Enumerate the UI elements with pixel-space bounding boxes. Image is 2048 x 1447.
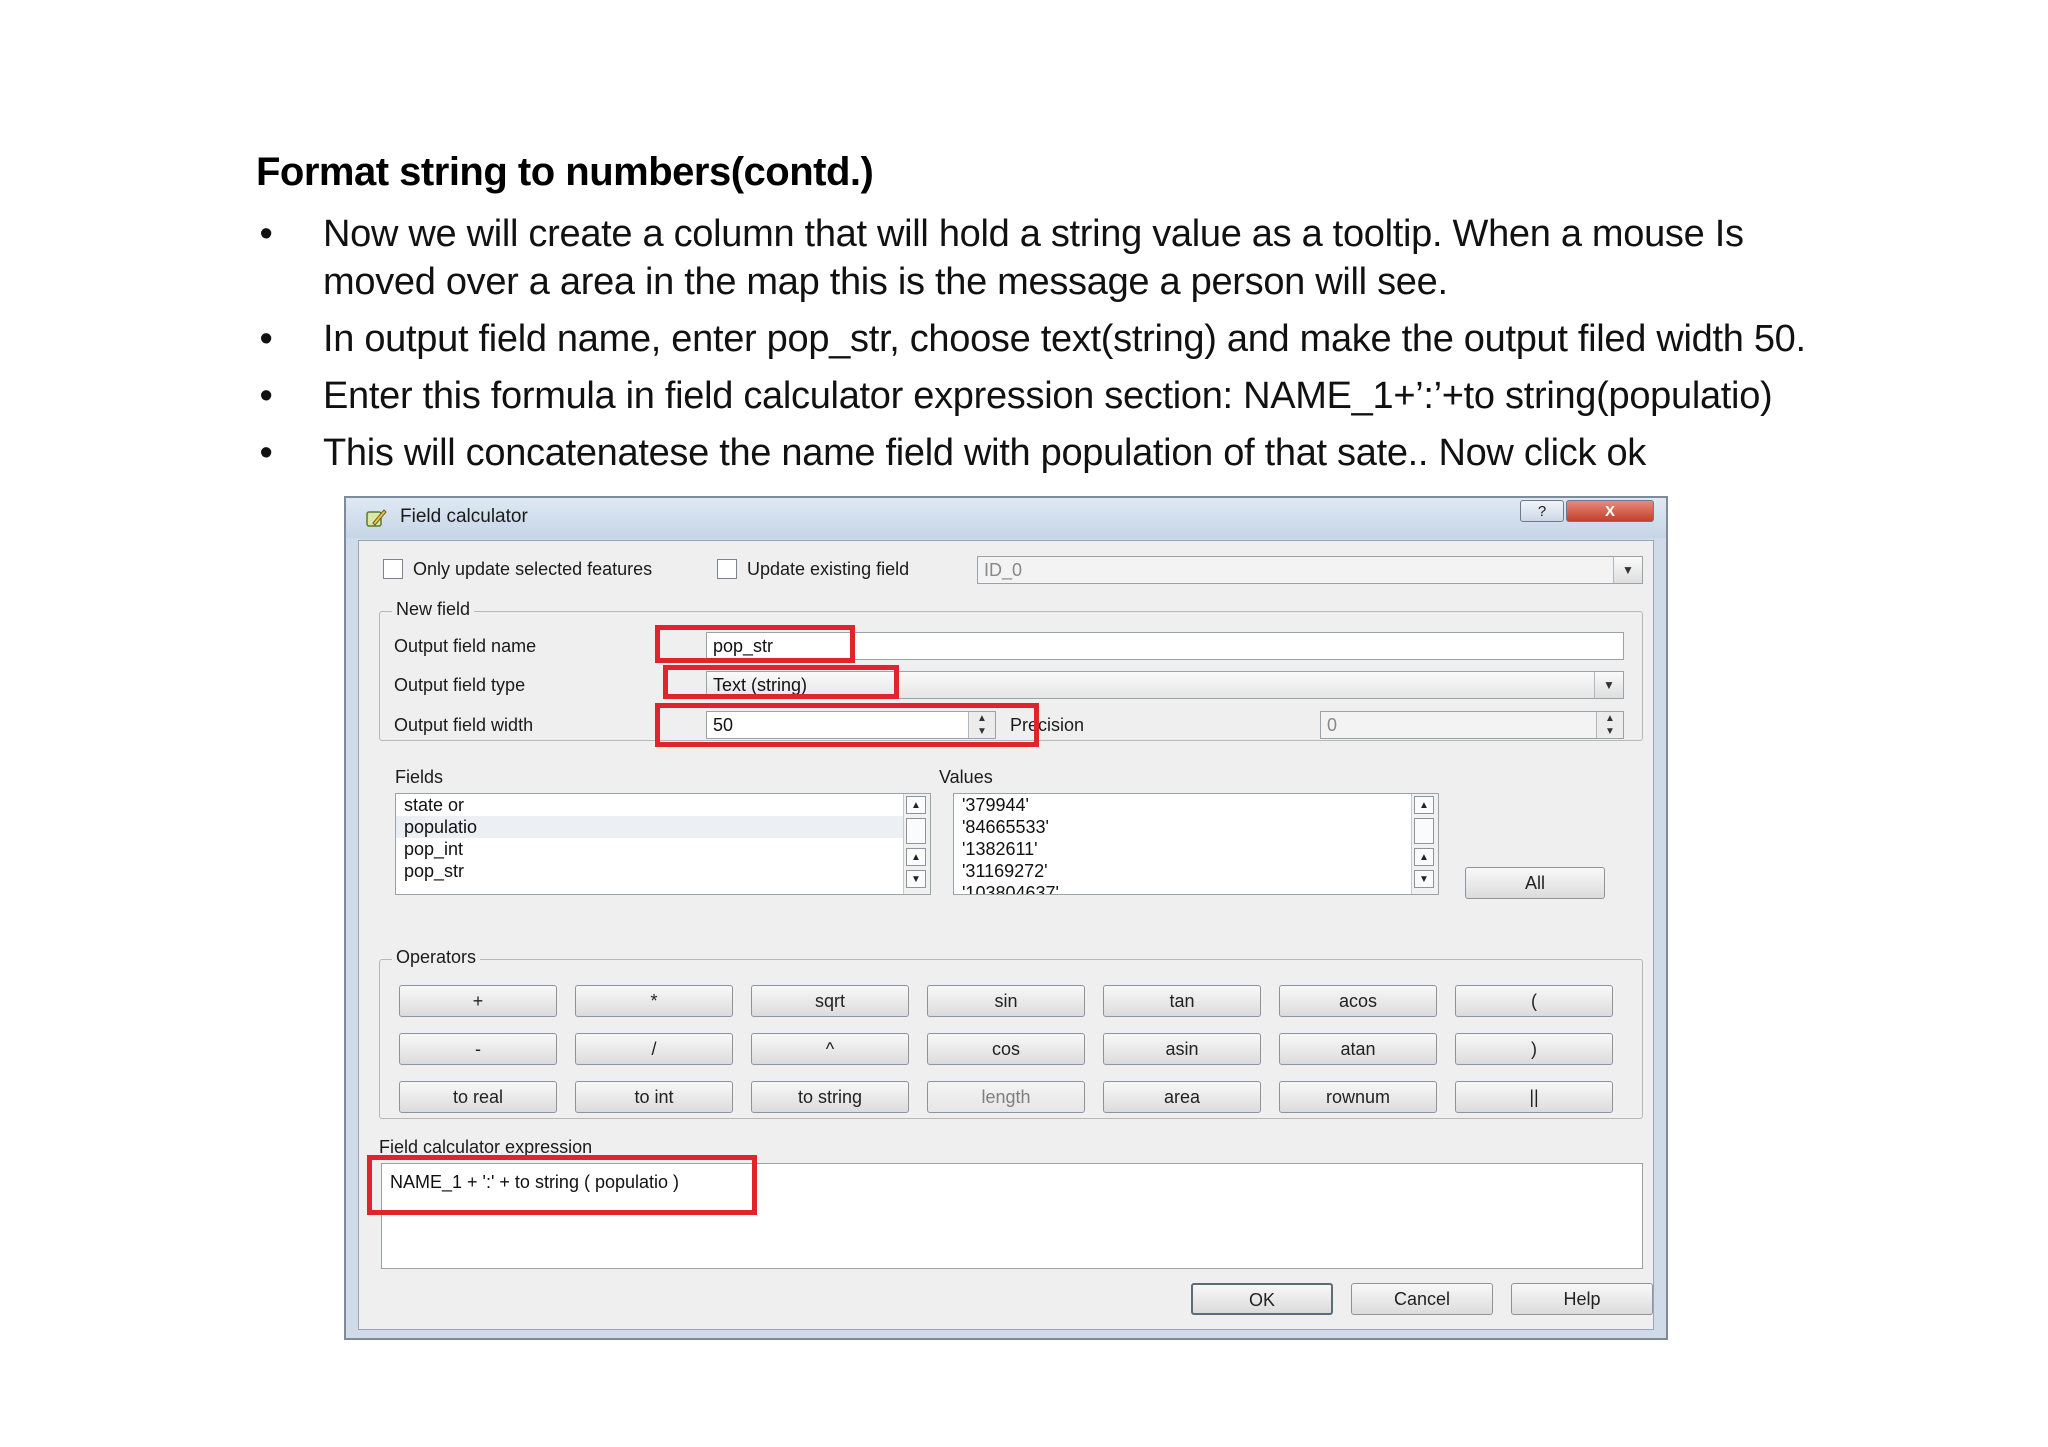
bullet-item: • Enter this formula in field calculator … <box>256 372 1816 420</box>
update-existing-label: Update existing field <box>747 559 910 579</box>
highlight-box <box>655 703 1039 747</box>
list-item[interactable]: pop_int <box>396 838 930 860</box>
fields-scrollbar[interactable]: ▲ ▲ ▼ <box>903 794 930 894</box>
operator-multiply-button[interactable]: * <box>575 985 733 1017</box>
bullet-item: • Now we will create a column that will h… <box>256 210 1816 306</box>
operator-to-real-button[interactable]: to real <box>399 1081 557 1113</box>
precision-spin-buttons[interactable]: ▲ ▼ <box>1596 712 1623 738</box>
all-values-button[interactable]: All <box>1465 867 1605 899</box>
scroll-down-icon[interactable]: ▼ <box>906 870 926 888</box>
help-button[interactable]: Help <box>1511 1283 1653 1315</box>
precision-value: 0 <box>1327 715 1338 735</box>
operator-atan-button[interactable]: atan <box>1279 1033 1437 1065</box>
precision-stepper[interactable]: 0 ▲ ▼ <box>1320 711 1624 739</box>
existing-field-value: ID_0 <box>984 560 1023 580</box>
scroll-down-icon[interactable]: ▼ <box>1414 870 1434 888</box>
slide-title: Format string to numbers(contd.) <box>256 150 874 194</box>
operator-sin-button[interactable]: sin <box>927 985 1085 1017</box>
only-selected-checkbox[interactable] <box>383 559 403 579</box>
scroll-up-icon[interactable]: ▲ <box>1414 796 1434 814</box>
operator-concat-button[interactable]: || <box>1455 1081 1613 1113</box>
existing-field-select[interactable]: ID_0 ▼ <box>977 556 1643 584</box>
list-item[interactable]: pop_str <box>396 860 930 882</box>
list-item[interactable]: '1382611' <box>954 838 1438 860</box>
operator-power-button[interactable]: ^ <box>751 1033 909 1065</box>
spin-down-icon[interactable]: ▼ <box>1597 725 1623 738</box>
close-button[interactable]: X <box>1566 500 1654 522</box>
ok-button[interactable]: OK <box>1191 1283 1333 1315</box>
bullet-dot: • <box>259 213 273 255</box>
help-titlebar-button[interactable]: ? <box>1520 500 1564 522</box>
values-list[interactable]: '379944' '84665533' '1382611' '31169272'… <box>953 793 1439 895</box>
list-item[interactable]: '379944' <box>954 794 1438 816</box>
operator-minus-button[interactable]: - <box>399 1033 557 1065</box>
operator-rownum-button[interactable]: rownum <box>1279 1081 1437 1113</box>
operator-asin-button[interactable]: asin <box>1103 1033 1261 1065</box>
list-item[interactable]: '31169272' <box>954 860 1438 882</box>
bullet-dot: • <box>259 375 273 417</box>
scroll-thumb[interactable] <box>1414 818 1434 844</box>
operator-divide-button[interactable]: / <box>575 1033 733 1065</box>
operator-to-int-button[interactable]: to int <box>575 1081 733 1113</box>
scroll-up-icon[interactable]: ▲ <box>906 796 926 814</box>
field-calculator-dialog: Field calculator ? X Only update selecte… <box>344 496 1668 1340</box>
new-field-group-title: New field <box>392 599 475 620</box>
operator-tan-button[interactable]: tan <box>1103 985 1261 1017</box>
fields-label: Fields <box>395 767 444 787</box>
operator-length-button[interactable]: length <box>927 1081 1085 1113</box>
highlight-box <box>367 1155 757 1215</box>
fields-list[interactable]: state or populatio pop_int pop_str ▲ ▲ ▼ <box>395 793 931 895</box>
output-field-type-label: Output field type <box>394 675 526 695</box>
list-item[interactable]: '103804637' <box>954 882 1438 894</box>
cancel-button[interactable]: Cancel <box>1351 1283 1493 1315</box>
dialog-body: Only update selected features Update exi… <box>358 540 1654 1330</box>
output-field-width-label: Output field width <box>394 715 534 735</box>
operator-open-paren-button[interactable]: ( <box>1455 985 1613 1017</box>
bullet-text: This will concatenatese the name field w… <box>323 432 1646 474</box>
bullet-text: In output field name, enter pop_str, cho… <box>323 318 1806 360</box>
operator-area-button[interactable]: area <box>1103 1081 1261 1113</box>
dialog-titlebar: Field calculator ? X <box>346 498 1666 538</box>
operator-acos-button[interactable]: acos <box>1279 985 1437 1017</box>
output-field-name-label: Output field name <box>394 636 537 656</box>
bullet-text: Enter this formula in field calculator e… <box>323 375 1773 417</box>
values-label: Values <box>939 767 993 787</box>
bullet-dot: • <box>259 432 273 474</box>
scroll-up-icon[interactable]: ▲ <box>1414 848 1434 866</box>
calculator-pencil-icon <box>366 509 387 527</box>
only-selected-label: Only update selected features <box>413 559 653 579</box>
update-existing-checkbox[interactable] <box>717 559 737 579</box>
list-item[interactable]: state or <box>396 794 930 816</box>
bullet-list: • Now we will create a column that will h… <box>256 210 1816 486</box>
spin-up-icon[interactable]: ▲ <box>1597 712 1623 725</box>
scroll-thumb[interactable] <box>906 818 926 844</box>
operator-sqrt-button[interactable]: sqrt <box>751 985 909 1017</box>
highlight-box <box>663 665 899 699</box>
operator-to-string-button[interactable]: to string <box>751 1081 909 1113</box>
scroll-up-icon[interactable]: ▲ <box>906 848 926 866</box>
operator-plus-button[interactable]: + <box>399 985 557 1017</box>
bullet-item: • This will concatenatese the name field … <box>256 429 1816 477</box>
operator-close-paren-button[interactable]: ) <box>1455 1033 1613 1065</box>
operators-group-title: Operators <box>392 947 481 968</box>
values-scrollbar[interactable]: ▲ ▲ ▼ <box>1411 794 1438 894</box>
chevron-down-icon[interactable]: ▼ <box>1594 672 1623 698</box>
bullet-text: Now we will create a column that will ho… <box>323 213 1744 303</box>
list-item[interactable]: populatio <box>396 816 930 838</box>
list-item[interactable]: '84665533' <box>954 816 1438 838</box>
dialog-title: Field calculator <box>400 506 528 527</box>
chevron-down-icon[interactable]: ▼ <box>1613 557 1642 583</box>
highlight-box <box>655 625 855 663</box>
bullet-item: • In output field name, enter pop_str, ch… <box>256 315 1816 363</box>
operator-cos-button[interactable]: cos <box>927 1033 1085 1065</box>
bullet-dot: • <box>259 318 273 360</box>
